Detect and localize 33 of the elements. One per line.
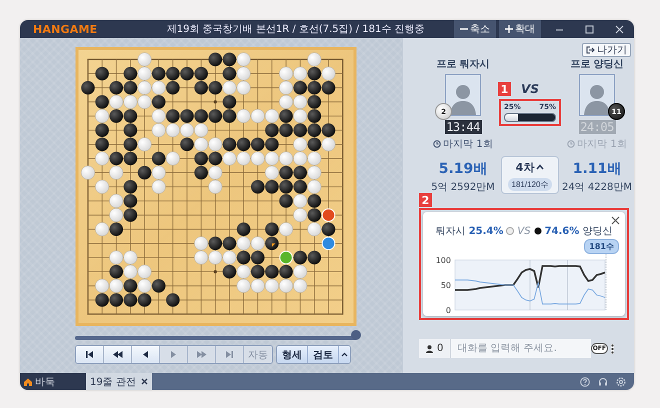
taskbar-tab[interactable]: 바둑 bbox=[20, 373, 86, 390]
versus-label: VS bbox=[521, 82, 539, 96]
player-name: 프로 퉈자시 bbox=[436, 58, 490, 71]
axis-label: 100 bbox=[436, 256, 451, 265]
player-name: 양딩신 bbox=[582, 225, 612, 238]
axis-label: 0 bbox=[446, 306, 451, 314]
viewer-count: 0 bbox=[437, 343, 444, 354]
taskbar-tab[interactable]: 19줄 관전 bbox=[86, 373, 152, 390]
window-title: 제19회 중국창기배 본선1R / 호선(7.5집) / 181수 진행중 bbox=[166, 23, 426, 36]
versus-label: VS bbox=[517, 226, 531, 236]
app-logo: HANGAME bbox=[33, 22, 98, 36]
bet-amount: 24억 4228만M bbox=[562, 181, 632, 194]
byoyomi-label: 마지막 1회 bbox=[577, 138, 627, 151]
exit-button[interactable]: 나가기 bbox=[582, 43, 631, 57]
byoyomi-label: 마지막 1회 bbox=[443, 138, 493, 151]
zoom-in-button[interactable]: 확대 bbox=[499, 20, 541, 38]
payout-odds: 1.11배 bbox=[572, 160, 622, 178]
callout-number: 1 bbox=[498, 82, 511, 96]
payout-odds: 5.19배 bbox=[438, 160, 488, 178]
game-clock: 13:44 bbox=[444, 120, 482, 134]
move-badge: 181수 bbox=[584, 239, 619, 254]
callout-number: 2 bbox=[419, 193, 432, 207]
zoom-out-button[interactable]: 축소 bbox=[454, 20, 496, 38]
chat-input[interactable]: 대화를 입력해 주세요. bbox=[451, 339, 591, 358]
view-mode-button[interactable]: 형세 bbox=[277, 346, 308, 363]
bet-amount: 5억 2592만M bbox=[431, 181, 495, 194]
player-name: 프로 양딩신 bbox=[570, 58, 624, 71]
round-selector[interactable]: 4차 181/120수 bbox=[501, 156, 559, 194]
win-rate: 74.6% bbox=[544, 226, 580, 236]
axis-label: 50 bbox=[440, 281, 451, 290]
player-name: 퉈자시 bbox=[436, 225, 466, 238]
view-mode-button[interactable]: 검토 bbox=[308, 346, 339, 363]
win-rate: 25.4% bbox=[468, 226, 504, 236]
